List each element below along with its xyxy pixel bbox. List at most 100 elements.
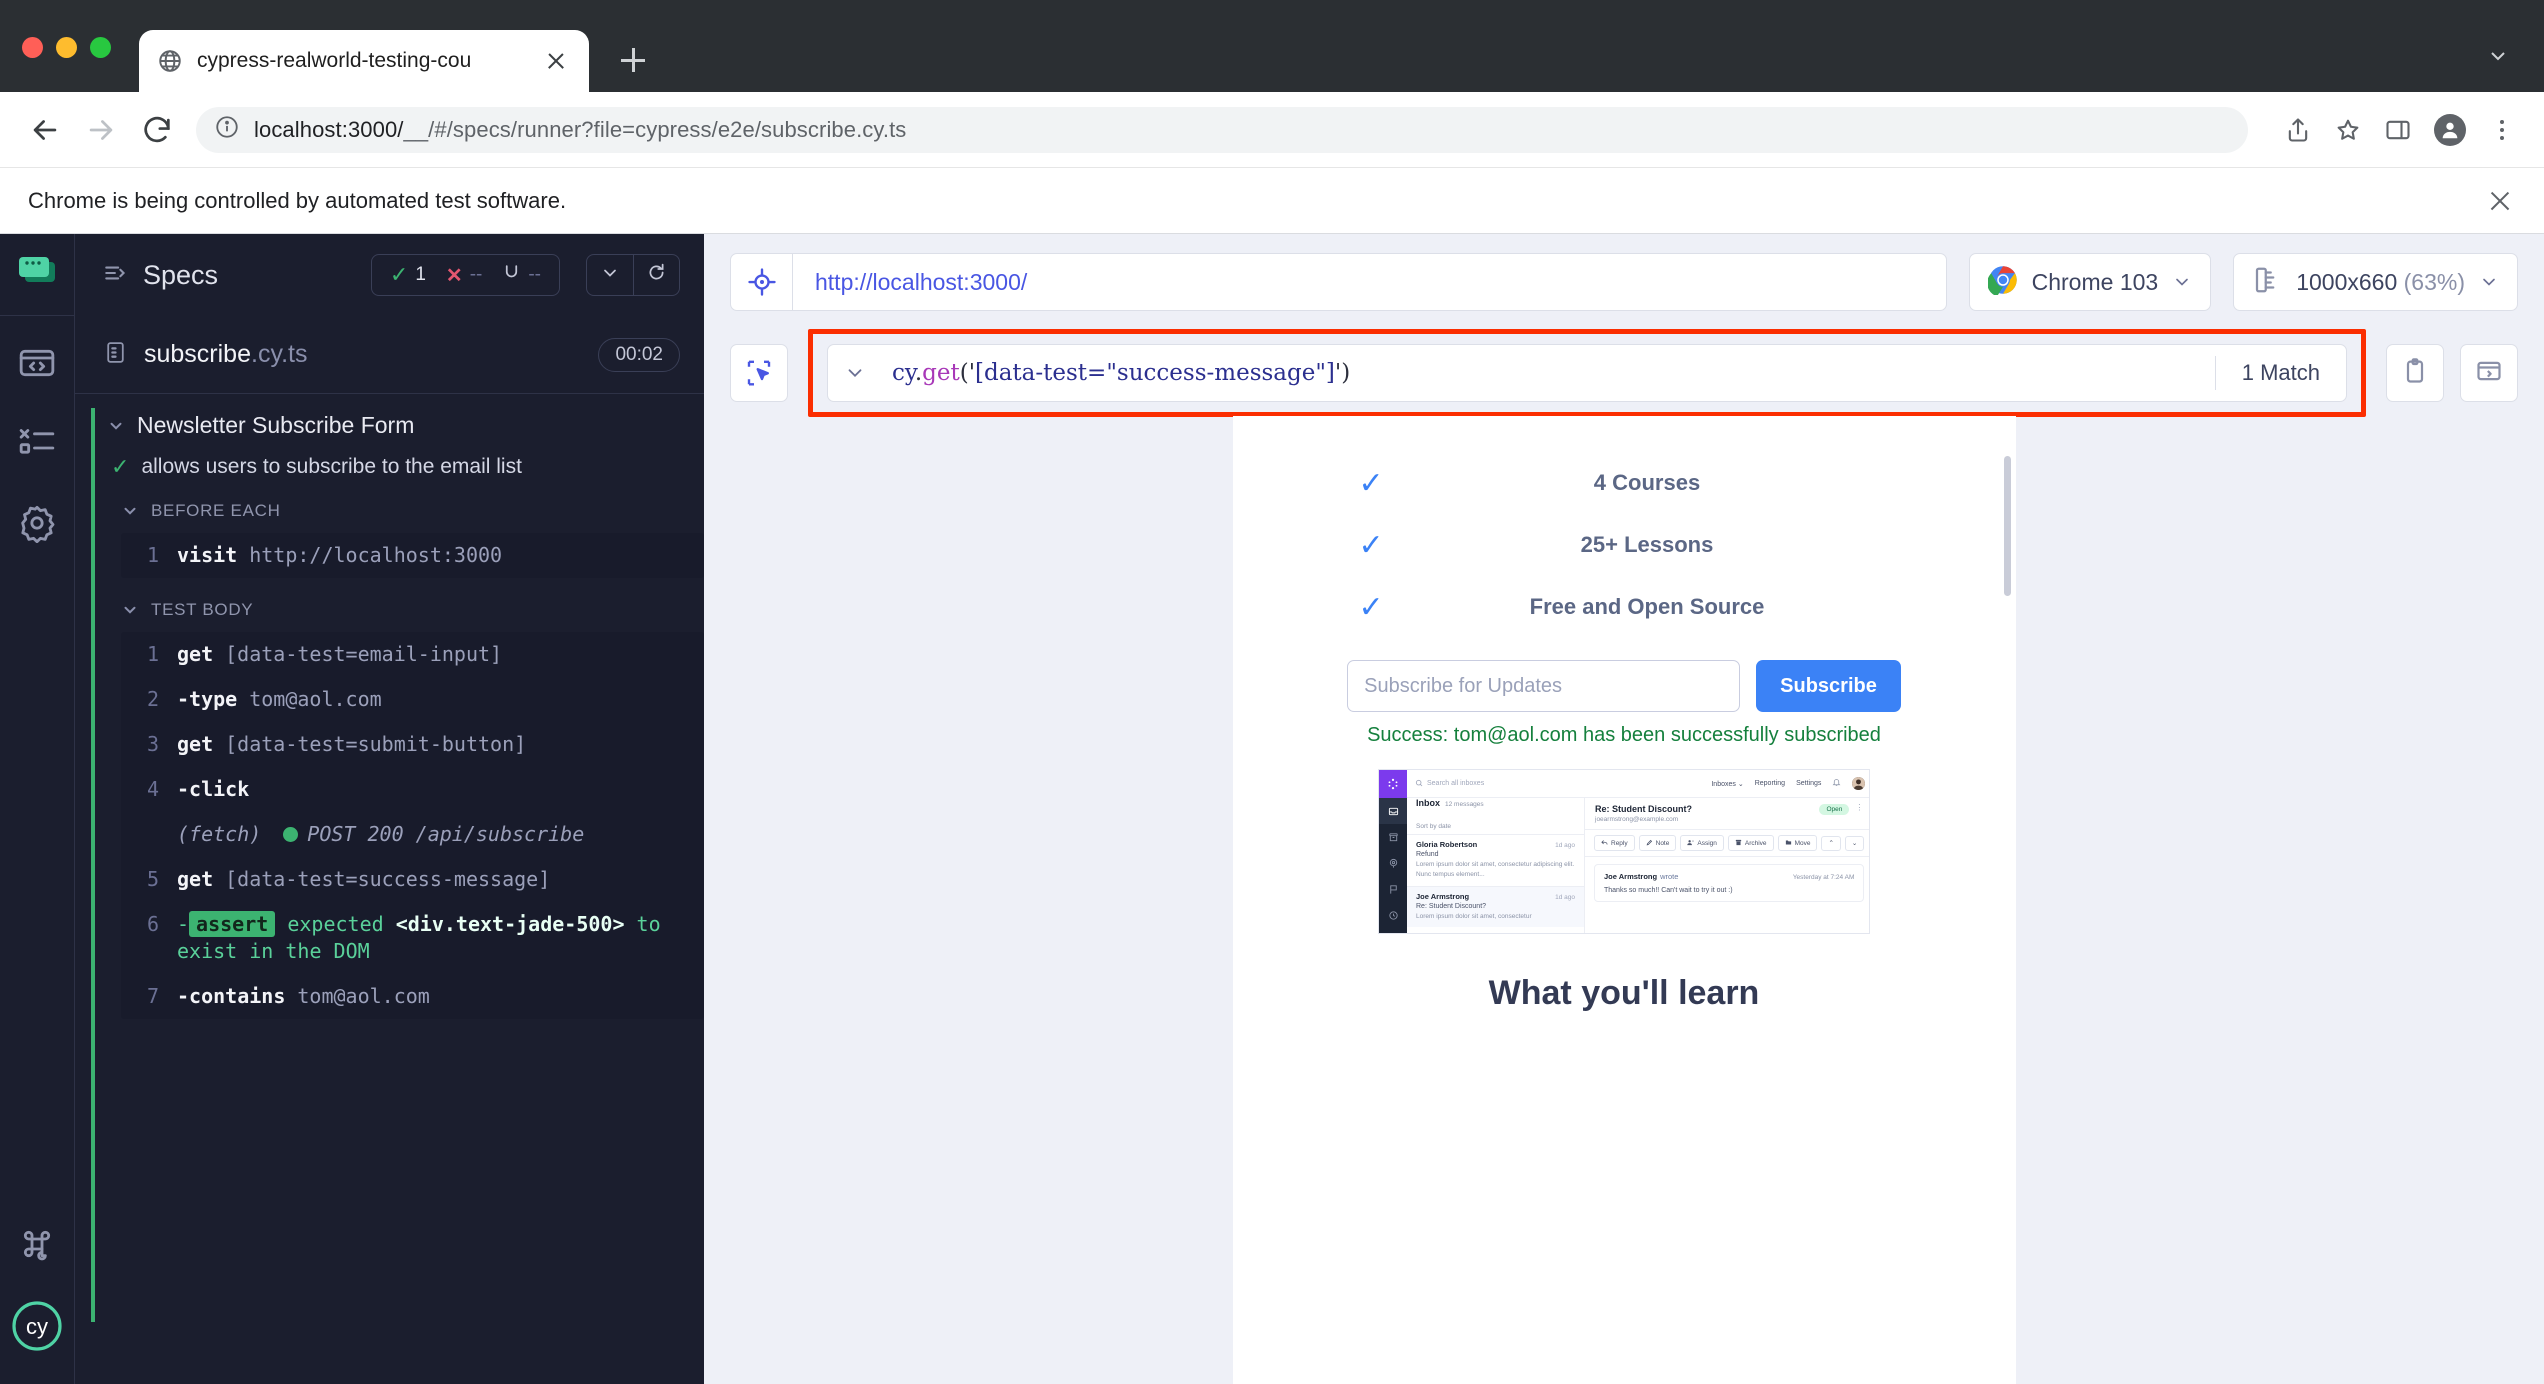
command-key-icon [17,1224,57,1269]
sidebar-item-settings[interactable] [10,498,64,552]
avatar[interactable] [1852,777,1866,790]
archive-icon [1735,839,1742,848]
network-command-row[interactable]: (fetch) POST 200 /api/subscribe [121,812,704,857]
command-row[interactable]: 2 -type tom@aol.com [121,677,704,722]
scrollbar-thumb[interactable] [2003,456,2011,596]
collapse-all-button[interactable] [587,255,633,295]
note-button[interactable]: Note [1638,835,1677,851]
message-time: 1d ago [1555,893,1575,901]
list-item[interactable]: Gloria Robertson 1d ago Refund Lorem ips… [1407,834,1584,886]
command-row[interactable]: 1 get [data-test=email-input] [121,632,704,677]
command-text: (fetch) POST 200 /api/subscribe [177,821,584,848]
message-card-header: Joe Armstrong wrote Yesterday at 7:24 AM [1604,872,1854,881]
assert-command-row[interactable]: 6 - assert expected <div.text-jade-500> t… [121,902,704,974]
share-icon[interactable] [2284,116,2312,144]
assign-button[interactable]: Assign [1680,835,1724,851]
star-icon[interactable] [2334,116,2362,144]
command-text: get [data-test=submit-button] [177,731,526,758]
list-item[interactable]: Joe Armstrong 1d ago Re: Student Discoun… [1407,885,1584,928]
browser-tab-title: cypress-realworld-testing-cou [197,49,472,72]
cypress-app-icon[interactable] [15,254,59,293]
cypress-nav-rail: cy [0,234,75,1384]
reply-button[interactable]: Reply [1594,835,1635,851]
contacts-icon[interactable] [1379,850,1407,876]
browser-selector[interactable]: Chrome 103 [1968,253,2212,311]
close-window-button[interactable] [22,37,43,58]
side-panel-icon[interactable] [2384,116,2412,144]
specs-header: Specs ✓ 1 ✕ -- -- [75,234,704,316]
sort-control[interactable]: Sort by date [1407,823,1584,834]
bell-icon[interactable] [1832,778,1841,789]
hook-row-before-each[interactable]: BEFORE EACH [91,489,704,529]
command-row[interactable]: 5 get [data-test=success-message] [121,857,704,902]
test-row[interactable]: ✓ allows users to subscribe to the email… [91,447,704,489]
spec-file-row[interactable]: subscribe.cy.ts 00:02 [75,316,704,394]
close-icon[interactable] [2484,185,2516,217]
browser-tab[interactable]: cypress-realworld-testing-cou [139,30,589,92]
hook-row-test-body[interactable]: TEST BODY [91,588,704,628]
minimize-window-button[interactable] [56,37,77,58]
nav-reporting[interactable]: Reporting [1755,780,1785,787]
runs-list-icon [17,423,57,468]
archive-button[interactable]: Archive [1727,835,1774,851]
chevron-down-icon[interactable] [2486,44,2510,68]
network-type: (fetch) [177,822,262,846]
cypress-cy-logo[interactable]: cy [10,1299,64,1358]
command-block: 1 visit http://localhost:3000 [121,533,704,578]
command-number: 2 [146,687,159,711]
command-row[interactable]: 3 get [data-test=submit-button] [121,722,704,767]
rerun-button[interactable] [633,255,679,295]
subscribe-button[interactable]: Subscribe [1756,660,1901,712]
check-icon: ✓ [111,454,130,479]
previous-message-button[interactable]: ⌃ [1821,835,1841,851]
chevron-down-icon[interactable] [121,502,139,520]
new-tab-button[interactable] [613,40,653,80]
crosshair-icon[interactable] [731,254,793,310]
list-item-header: Joe Armstrong 1d ago [1416,892,1575,901]
copy-selector-button[interactable] [2386,344,2444,402]
email-field[interactable]: Subscribe for Updates [1347,660,1741,712]
viewport-selector[interactable]: 1000x660 (63%) [2233,253,2518,311]
nav-settings[interactable]: Settings [1796,780,1821,787]
command-row[interactable]: 4 -click [121,767,704,812]
selector-playground-icon[interactable] [730,344,788,402]
print-to-console-button[interactable] [2460,344,2518,402]
flag-icon[interactable] [1379,876,1407,902]
inbox-icon[interactable] [1379,798,1407,824]
address-bar[interactable]: localhost:3000/__/#/specs/runner?file=cy… [196,106,2248,153]
message-preview: Lorem ipsum dolor sit amet, consectetur … [1416,861,1575,878]
maximize-window-button[interactable] [90,37,111,58]
chevron-down-icon[interactable] [828,345,882,401]
info-circle-icon[interactable] [214,114,240,145]
arrow-right-icon[interactable] [84,113,118,147]
kebab-menu-icon[interactable] [2488,116,2516,144]
suite-row[interactable]: Newsletter Subscribe Form [91,394,704,447]
keyboard-shortcuts-button[interactable] [10,1219,64,1273]
browser-label: Chrome 103 [2031,268,2159,295]
selector-input[interactable]: cy.get('[data-test="success-message"]') [882,360,2215,386]
search-input[interactable]: Search all inboxes [1415,779,1484,789]
toolbar-actions [2284,113,2516,146]
chevron-down-icon[interactable] [107,417,125,435]
chevron-down-icon[interactable] [121,601,139,619]
aut-url-bar[interactable]: http://localhost:3000/ [730,253,1947,311]
next-message-button[interactable]: ⌄ [1844,835,1865,851]
kebab-menu-icon[interactable]: ⋮ [1855,804,1863,812]
divider [0,315,74,316]
command-row[interactable]: 1 visit http://localhost:3000 [121,533,704,578]
profile-avatar-icon[interactable] [2434,113,2466,146]
command-row[interactable]: 7 -contains tom@aol.com [121,974,704,1019]
arrow-left-icon[interactable] [28,113,62,147]
reload-icon[interactable] [140,113,174,147]
move-button[interactable]: Move [1777,835,1818,851]
archive-box-icon[interactable] [1379,824,1407,850]
selector-input-group[interactable]: cy.get('[data-test="success-message"]') … [827,344,2347,402]
sidebar-item-runs[interactable] [10,418,64,472]
nav-inboxes[interactable]: Inboxes ⌄ [1711,780,1743,788]
clock-icon[interactable] [1379,902,1407,928]
feature-text: 25+ Lessons [1580,532,1714,557]
close-icon[interactable] [541,46,571,76]
sidebar-item-specs[interactable] [10,338,64,392]
message-time: 1d ago [1555,842,1575,849]
list-item: ✓ 25+ Lessons [1233,514,2016,576]
